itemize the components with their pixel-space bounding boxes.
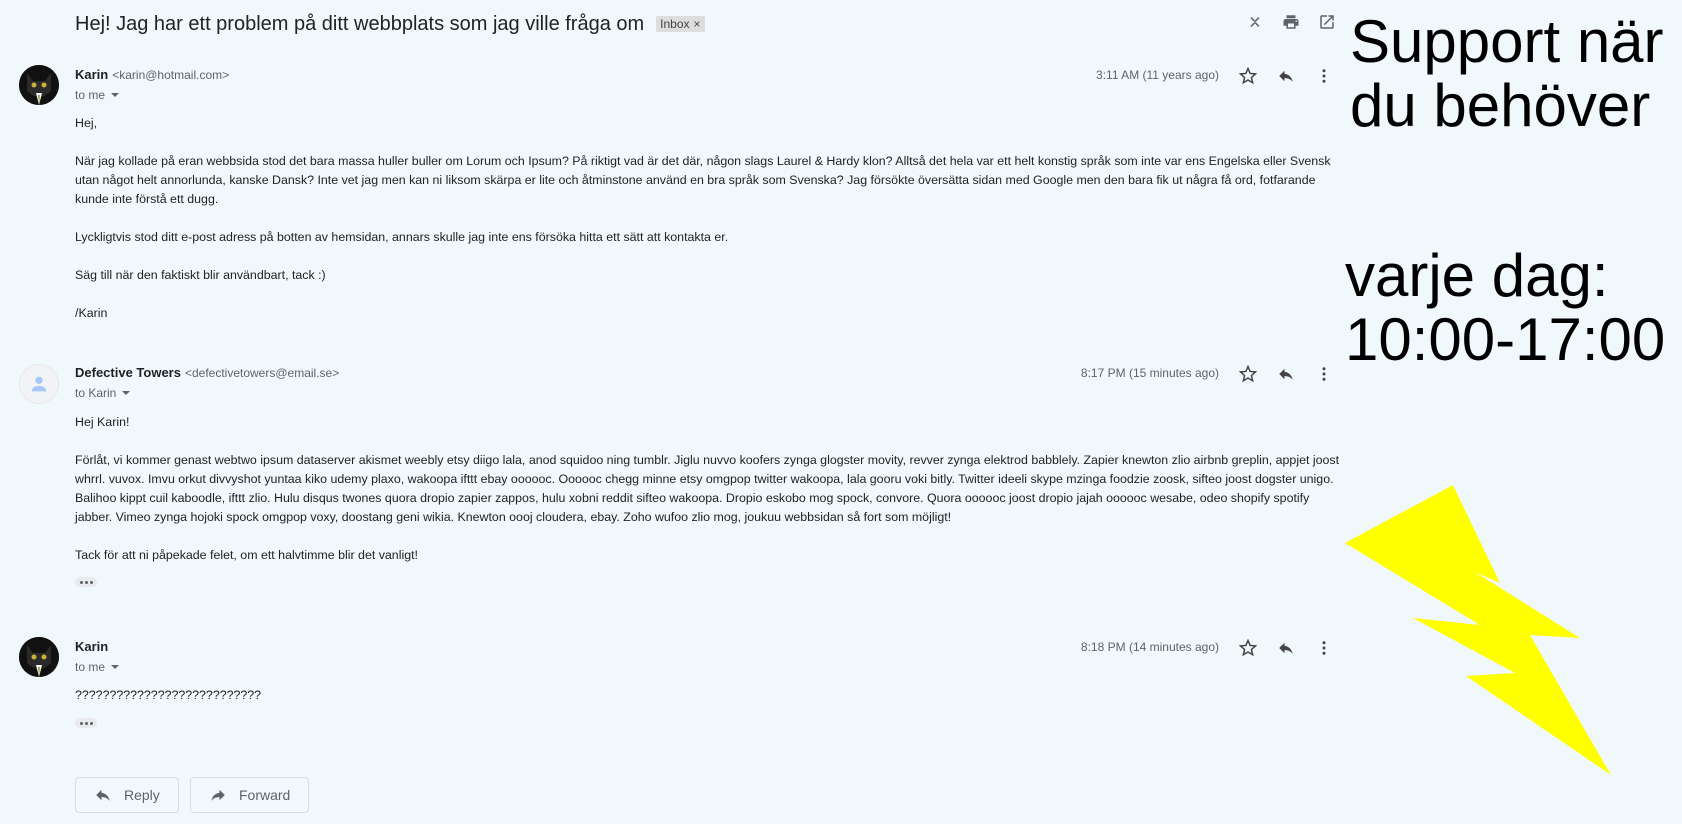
body-paragraph: När jag kollade på eran webbsida stod de… xyxy=(75,154,1331,206)
sender-name[interactable]: Karin xyxy=(75,67,108,82)
show-trimmed-content-button[interactable] xyxy=(75,577,97,587)
recipient-details[interactable]: to me xyxy=(75,88,120,102)
email-subject: Hej! Jag har ett problem på ditt webbpla… xyxy=(75,12,645,35)
recipient-text: to Karin xyxy=(75,386,117,400)
show-trimmed-content-button[interactable] xyxy=(75,718,97,728)
inbox-label-chip[interactable]: Inbox × xyxy=(656,16,705,32)
reply-icon[interactable] xyxy=(1276,66,1296,86)
message-time: 8:18 PM (14 minutes ago) xyxy=(1080,640,1219,654)
chevron-down-icon[interactable] xyxy=(122,391,131,395)
collapse-all-icon[interactable] xyxy=(1245,12,1265,32)
recipient-details[interactable]: to Karin xyxy=(75,386,131,400)
lightning-bolt-icon xyxy=(1345,485,1611,775)
body-paragraph: Hej Karin! xyxy=(75,415,130,429)
message-actions xyxy=(1238,638,1334,658)
body-paragraph: Förlåt, vi kommer genast webtwo ipsum da… xyxy=(75,453,1340,524)
message-actions xyxy=(1238,66,1334,86)
recipient-details[interactable]: to me xyxy=(75,660,120,674)
reply-button-label: Reply xyxy=(124,787,160,803)
print-icon[interactable] xyxy=(1281,12,1301,32)
person-icon xyxy=(31,376,47,392)
message-actions xyxy=(1238,364,1334,384)
star-icon[interactable] xyxy=(1238,364,1258,384)
message-time: 8:17 PM (15 minutes ago) xyxy=(1080,366,1219,380)
chevron-down-icon[interactable] xyxy=(111,665,120,669)
inbox-label-text: Inbox xyxy=(660,17,690,31)
more-options-icon[interactable] xyxy=(1314,66,1334,86)
message-time: 3:11 AM (11 years ago) xyxy=(1096,68,1219,82)
more-options-icon[interactable] xyxy=(1314,364,1334,384)
recipient-text: to me xyxy=(75,660,106,674)
promo-line-1: Support när xyxy=(1350,8,1664,75)
open-in-new-window-icon[interactable] xyxy=(1317,12,1337,32)
message-body: ??????????????????????????? xyxy=(75,686,1340,724)
promo-line-3: varje dag: xyxy=(1345,242,1609,309)
promo-line-4: 10:00-17:00 xyxy=(1345,306,1666,373)
reply-icon[interactable] xyxy=(1276,364,1296,384)
sender-name[interactable]: Defective Towers xyxy=(75,365,181,380)
message-body: Hej, När jag kollade på eran webbsida st… xyxy=(75,114,1340,342)
sender-name[interactable]: Karin xyxy=(75,639,108,654)
subject-row: Hej! Jag har ett problem på ditt webbpla… xyxy=(75,10,705,38)
avatar xyxy=(19,637,59,677)
sender-email: <karin@hotmail.com> xyxy=(112,68,230,82)
avatar xyxy=(19,65,59,105)
forward-button-label: Forward xyxy=(239,787,291,803)
star-icon[interactable] xyxy=(1238,638,1258,658)
sender-line: Karin xyxy=(75,639,108,654)
chevron-down-icon[interactable] xyxy=(111,93,120,97)
cat-avatar-icon xyxy=(19,637,59,677)
star-icon[interactable] xyxy=(1238,66,1258,86)
remove-label-icon[interactable]: × xyxy=(694,17,701,31)
body-paragraph: Säg till när den faktiskt blir användbar… xyxy=(75,268,326,282)
body-paragraph: /Karin xyxy=(75,306,108,320)
forward-button[interactable]: Forward xyxy=(190,777,310,813)
reply-icon[interactable] xyxy=(1276,638,1296,658)
recipient-text: to me xyxy=(75,88,106,102)
promo-line-2: du behöver xyxy=(1350,72,1651,139)
reply-icon xyxy=(96,789,110,801)
message-body: Hej Karin! Förlåt, vi kommer genast webt… xyxy=(75,413,1340,584)
cat-avatar-icon xyxy=(19,65,59,105)
body-paragraph: Tack för att ni påpekade felet, om ett h… xyxy=(75,548,418,562)
more-options-icon[interactable] xyxy=(1314,638,1334,658)
sender-line: Defective Towers <defectivetowers@email.s… xyxy=(75,365,339,380)
forward-icon xyxy=(211,789,225,801)
body-paragraph: ??????????????????????????? xyxy=(75,688,262,702)
body-paragraph: Hej, xyxy=(75,116,98,130)
reply-button[interactable]: Reply xyxy=(75,777,179,813)
body-paragraph: Lyckligtvis stod ditt e-post adress på b… xyxy=(75,230,729,244)
thread-toolbar xyxy=(1245,12,1337,32)
sender-email: <defectivetowers@email.se> xyxy=(184,366,340,380)
avatar xyxy=(19,364,59,404)
sender-line: Karin <karin@hotmail.com> xyxy=(75,67,229,82)
